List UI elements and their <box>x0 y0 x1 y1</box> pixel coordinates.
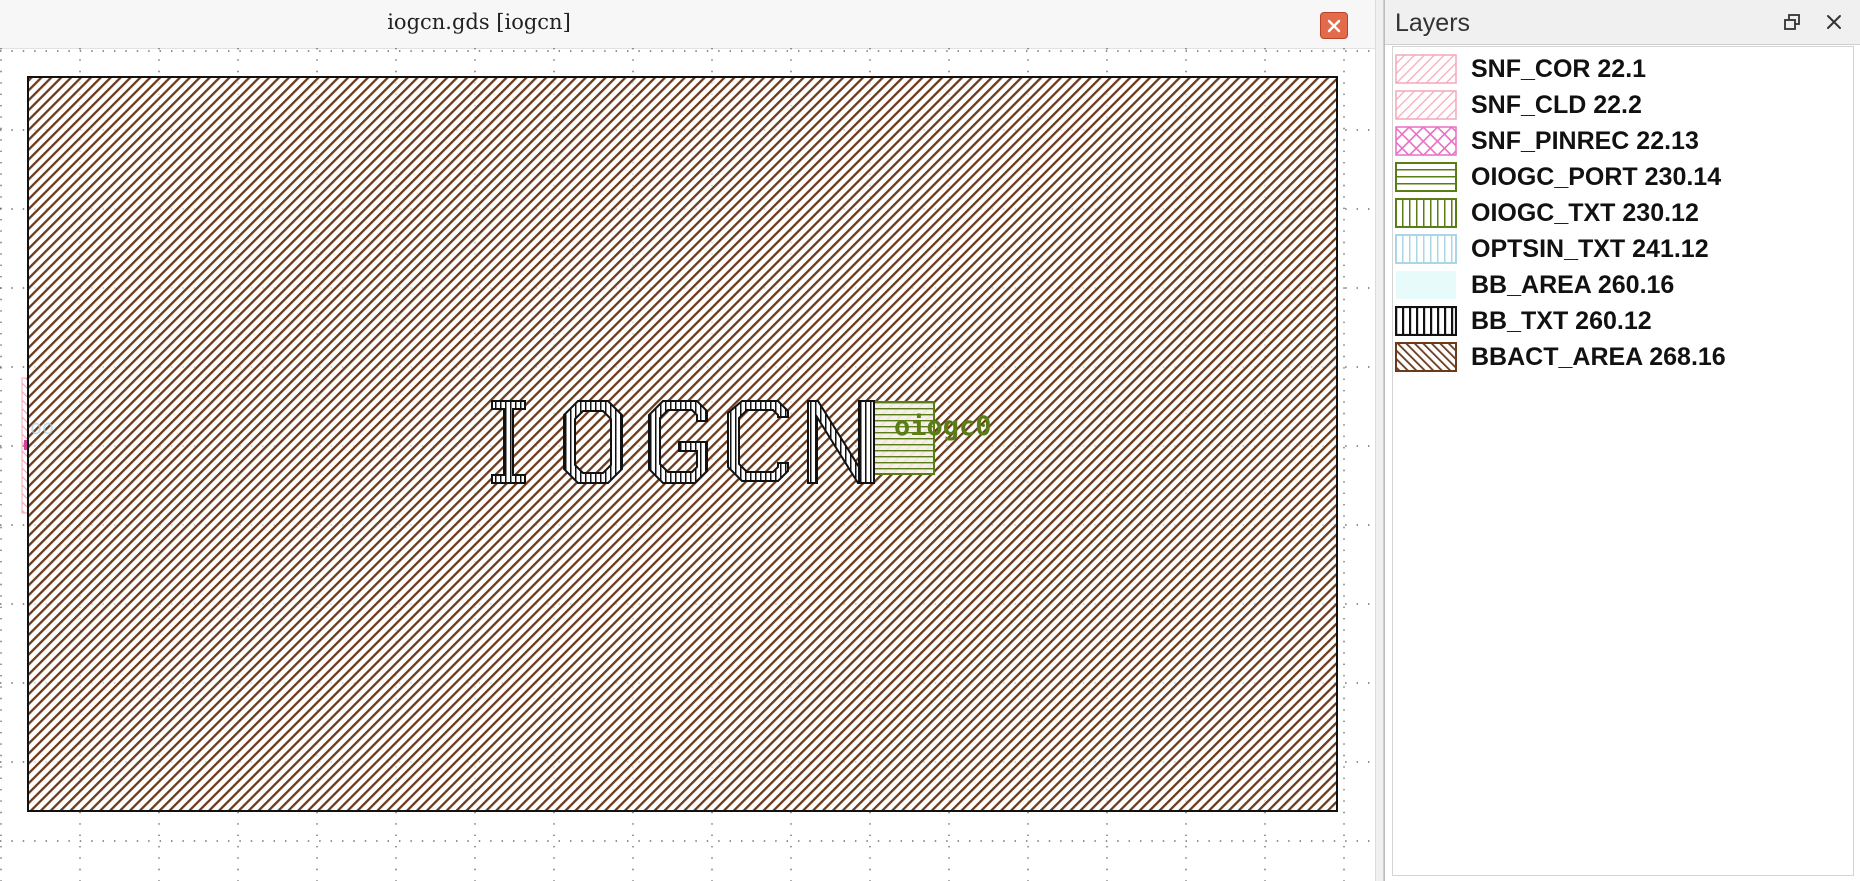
layer-row[interactable]: OPTSIN_TXT 241.12 <box>1393 231 1853 267</box>
layer-row[interactable]: SNF_PINREC 22.13 <box>1393 123 1853 159</box>
layout-canvas[interactable]: oiogc0 oo <box>0 48 1375 881</box>
snf-label: oo <box>30 415 54 439</box>
layer-swatch-icon <box>1395 54 1457 84</box>
layer-row[interactable]: BBACT_AREA 268.16 <box>1393 339 1853 375</box>
layer-swatch-icon <box>1395 306 1457 336</box>
layer-swatch-icon <box>1395 198 1457 228</box>
layer-name: SNF_COR 22.1 <box>1471 55 1647 83</box>
layer-swatch-icon <box>1395 162 1457 192</box>
layer-name: BB_AREA 260.16 <box>1471 271 1675 299</box>
layers-panel-title: Layers <box>1395 9 1471 37</box>
view-titlebar: iogcn.gds [iogcn] <box>0 0 1375 49</box>
layer-row[interactable]: OIOGC_PORT 230.14 <box>1393 159 1853 195</box>
port-label: oiogc0 <box>894 411 992 442</box>
panel-splitter[interactable] <box>1375 0 1384 881</box>
layer-row[interactable]: BB_TXT 260.12 <box>1393 303 1853 339</box>
close-panel-button[interactable] <box>1821 9 1847 35</box>
layer-name: OIOGC_PORT 230.14 <box>1471 163 1722 191</box>
layer-swatch-icon <box>1395 342 1457 372</box>
layer-swatch-icon <box>1395 234 1457 264</box>
layers-list[interactable]: SNF_COR 22.1 SNF_CLD 22.2 SNF_PINREC 22.… <box>1392 46 1854 876</box>
layer-swatch-icon <box>1396 271 1456 299</box>
float-panel-button[interactable] <box>1779 9 1805 35</box>
view-close-button[interactable] <box>1320 12 1348 39</box>
layer-name: OPTSIN_TXT 241.12 <box>1471 235 1709 263</box>
view-title: iogcn.gds [iogcn] <box>387 10 571 34</box>
layout-view[interactable]: iogcn.gds [iogcn] oiogc0 oo <box>0 0 1375 881</box>
close-icon <box>1827 15 1841 29</box>
layer-swatch-icon <box>1395 126 1457 156</box>
layer-swatch-icon <box>1395 90 1457 120</box>
layers-panel-header: Layers <box>1385 0 1860 45</box>
float-window-icon <box>1784 14 1800 30</box>
layer-name: OIOGC_TXT 230.12 <box>1471 199 1699 227</box>
layer-row[interactable]: OIOGC_TXT 230.12 <box>1393 195 1853 231</box>
layers-panel: Layers SNF_COR 22.1 SNF_CLD 22.2 SNF_PIN… <box>1384 0 1860 881</box>
layer-row[interactable]: BB_AREA 260.16 <box>1393 267 1853 303</box>
close-icon <box>1327 19 1341 32</box>
layer-row[interactable]: SNF_COR 22.1 <box>1393 51 1853 87</box>
layer-name: SNF_CLD 22.2 <box>1471 91 1642 119</box>
layer-name: BBACT_AREA 268.16 <box>1471 343 1726 371</box>
layer-name: BB_TXT 260.12 <box>1471 307 1652 335</box>
layer-name: SNF_PINREC 22.13 <box>1471 127 1699 155</box>
layer-row[interactable]: SNF_CLD 22.2 <box>1393 87 1853 123</box>
